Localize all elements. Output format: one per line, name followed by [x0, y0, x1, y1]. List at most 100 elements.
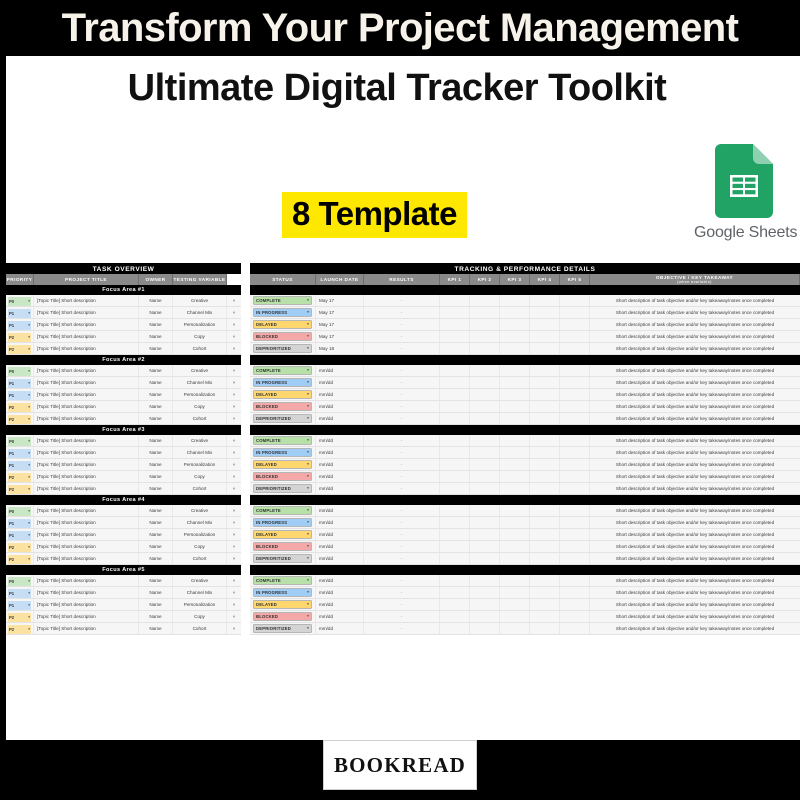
cell-kpi-2[interactable]: [470, 435, 500, 446]
chevron-down-icon[interactable]: ▾: [28, 461, 30, 470]
cell-project-title[interactable]: [Topic Title] Short description: [34, 505, 139, 516]
cell-project-title[interactable]: [Topic Title] Short description: [34, 529, 139, 540]
cell-kpi-2[interactable]: [470, 295, 500, 306]
cell-kpi-2[interactable]: [470, 505, 500, 516]
table-row[interactable]: P0 ▾ [Topic Title] Short description Name Cr…: [6, 575, 241, 587]
cell-objective[interactable]: Short description of task objective and/…: [590, 599, 800, 610]
cell-owner[interactable]: Name: [139, 471, 173, 482]
cell-kpi-2[interactable]: [470, 447, 500, 458]
cell-project-title[interactable]: [Topic Title] Short description: [34, 413, 139, 424]
cell-launch-date[interactable]: mm/dd: [316, 377, 364, 388]
chevron-down-icon[interactable]: ▾: [28, 367, 30, 376]
table-row[interactable]: IN PROGRESS ▾ May 17- Short description of …: [250, 307, 800, 319]
cell-kpi-3[interactable]: [500, 447, 530, 458]
cell-kpi-5[interactable]: [560, 459, 590, 470]
cell-kpi-4[interactable]: [530, 575, 560, 586]
cell-results[interactable]: -: [364, 587, 440, 598]
table-row[interactable]: DELAYED ▾ mm/dd - Short description of task …: [250, 459, 800, 471]
cell-priority[interactable]: P1 ▾: [6, 599, 34, 610]
cell-priority[interactable]: P2 ▾: [6, 623, 34, 634]
table-row[interactable]: DELAYED ▾ mm/dd - Short description of task …: [250, 599, 800, 611]
cell-owner[interactable]: Name: [139, 587, 173, 598]
cell-status[interactable]: DELAYED ▾: [250, 389, 316, 400]
cell-kpi-3[interactable]: [500, 365, 530, 376]
cell-kpi-1[interactable]: [440, 319, 470, 330]
chevron-down-icon[interactable]: ▾: [307, 506, 309, 515]
table-row[interactable]: P2 ▾ [Topic Title] Short description Name Co…: [6, 553, 241, 565]
chevron-down-icon[interactable]: ▾: [307, 530, 309, 539]
cell-kpi-3[interactable]: [500, 541, 530, 552]
cell-owner[interactable]: Name: [139, 505, 173, 516]
cell-objective[interactable]: Short description of task objective and/…: [590, 587, 800, 598]
cell-kpi-4[interactable]: [530, 331, 560, 342]
cell-owner[interactable]: Name: [139, 517, 173, 528]
cell-results[interactable]: -: [364, 483, 440, 494]
cell-variable-dropdown[interactable]: ▾: [227, 505, 241, 516]
cell-launch-date[interactable]: May 17: [316, 319, 364, 330]
table-row[interactable]: P2 ▾ [Topic Title] Short description Name Co…: [6, 623, 241, 635]
chevron-down-icon[interactable]: ▾: [28, 449, 30, 458]
table-row[interactable]: BLOCKED ▾ mm/dd - Short description of task …: [250, 541, 800, 553]
table-row[interactable]: P2 ▾ [Topic Title] Short description Name Co…: [6, 541, 241, 553]
cell-project-title[interactable]: [Topic Title] Short description: [34, 599, 139, 610]
cell-owner[interactable]: Name: [139, 377, 173, 388]
cell-owner[interactable]: Name: [139, 295, 173, 306]
table-row[interactable]: COMPLETE ▾ mm/dd - Short description of task…: [250, 435, 800, 447]
cell-launch-date[interactable]: mm/dd: [316, 587, 364, 598]
cell-results[interactable]: -: [364, 505, 440, 516]
cell-project-title[interactable]: [Topic Title] Short description: [34, 307, 139, 318]
cell-project-title[interactable]: [Topic Title] Short description: [34, 575, 139, 586]
cell-kpi-5[interactable]: [560, 401, 590, 412]
table-row[interactable]: COMPLETE ▾ mm/dd - Short description of task…: [250, 365, 800, 377]
cell-kpi-2[interactable]: [470, 389, 500, 400]
cell-kpi-2[interactable]: [470, 331, 500, 342]
cell-objective[interactable]: Short description of task objective and/…: [590, 483, 800, 494]
cell-status[interactable]: DEPRIORITIZED ▾: [250, 413, 316, 424]
chevron-down-icon[interactable]: ▾: [307, 296, 309, 305]
cell-objective[interactable]: Short description of task objective and/…: [590, 389, 800, 400]
cell-kpi-2[interactable]: [470, 319, 500, 330]
cell-project-title[interactable]: [Topic Title] Short description: [34, 377, 139, 388]
chevron-down-icon[interactable]: ▾: [28, 415, 30, 424]
cell-variable-dropdown[interactable]: ▾: [227, 599, 241, 610]
table-row[interactable]: P0 ▾ [Topic Title] Short description Name Cr…: [6, 365, 241, 377]
cell-kpi-4[interactable]: [530, 435, 560, 446]
cell-results[interactable]: -: [364, 459, 440, 470]
cell-kpi-2[interactable]: [470, 483, 500, 494]
cell-kpi-3[interactable]: [500, 517, 530, 528]
cell-kpi-2[interactable]: [470, 541, 500, 552]
chevron-down-icon[interactable]: ▾: [307, 542, 309, 551]
cell-priority[interactable]: P2 ▾: [6, 413, 34, 424]
cell-launch-date[interactable]: mm/dd: [316, 401, 364, 412]
cell-testing-variable[interactable]: Cohort: [173, 483, 227, 494]
cell-launch-date[interactable]: mm/dd: [316, 623, 364, 634]
cell-testing-variable[interactable]: Copy: [173, 401, 227, 412]
cell-kpi-2[interactable]: [470, 623, 500, 634]
cell-kpi-1[interactable]: [440, 611, 470, 622]
cell-project-title[interactable]: [Topic Title] Short description: [34, 365, 139, 376]
table-row[interactable]: P2 ▾ [Topic Title] Short description Name Co…: [6, 343, 241, 355]
cell-owner[interactable]: Name: [139, 389, 173, 400]
cell-status[interactable]: DEPRIORITIZED ▾: [250, 553, 316, 564]
chevron-down-icon[interactable]: ▾: [307, 308, 309, 317]
cell-owner[interactable]: Name: [139, 529, 173, 540]
cell-priority[interactable]: P1 ▾: [6, 529, 34, 540]
cell-testing-variable[interactable]: Copy: [173, 541, 227, 552]
chevron-down-icon[interactable]: ▾: [307, 332, 309, 341]
cell-kpi-3[interactable]: [500, 377, 530, 388]
chevron-down-icon[interactable]: ▾: [28, 625, 30, 634]
cell-results[interactable]: -: [364, 623, 440, 634]
chevron-down-icon[interactable]: ▾: [28, 473, 30, 482]
column-header-kpi-5[interactable]: KPI 5: [560, 274, 590, 285]
cell-status[interactable]: IN PROGRESS ▾: [250, 587, 316, 598]
cell-kpi-4[interactable]: [530, 517, 560, 528]
cell-kpi-4[interactable]: [530, 343, 560, 354]
column-header-kpi-4[interactable]: KPI 4: [530, 274, 560, 285]
table-row[interactable]: P1 ▾ [Topic Title] Short description Name Ch…: [6, 307, 241, 319]
cell-results[interactable]: -: [364, 377, 440, 388]
chevron-down-icon[interactable]: ▾: [307, 378, 309, 387]
cell-kpi-2[interactable]: [470, 553, 500, 564]
table-row[interactable]: P1 ▾ [Topic Title] Short description Name Ch…: [6, 377, 241, 389]
chevron-down-icon[interactable]: ▾: [28, 485, 30, 494]
table-row[interactable]: IN PROGRESS ▾ mm/dd - Short description of t…: [250, 447, 800, 459]
